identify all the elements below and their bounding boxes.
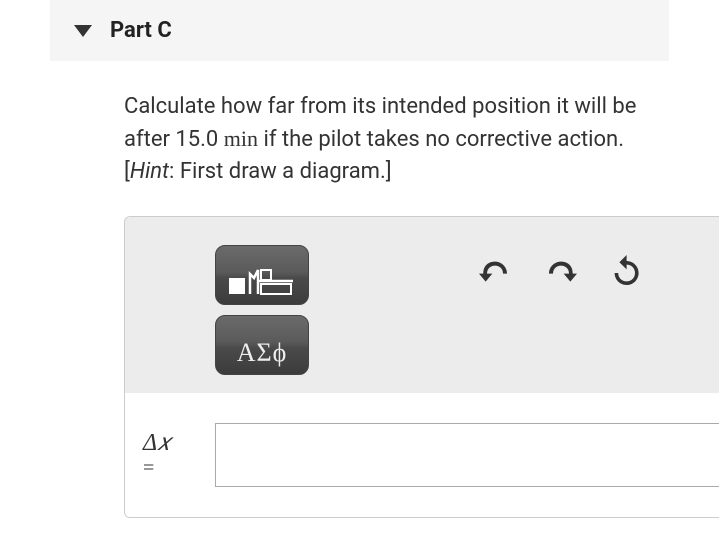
hint-label: Hint [130, 159, 169, 184]
part-header[interactable]: Part C [50, 0, 669, 61]
math-templates-button[interactable] [215, 245, 309, 305]
math-templates-icon [227, 268, 297, 298]
equals-sign: = [143, 457, 197, 479]
history-controls [479, 245, 647, 291]
undo-icon [479, 255, 511, 287]
chevron-down-icon [74, 25, 92, 37]
undo-button[interactable] [479, 255, 515, 291]
variable-label: Δ𝑥 = [143, 430, 197, 478]
answer-input[interactable] [215, 423, 719, 487]
reset-icon [611, 255, 643, 287]
reset-button[interactable] [611, 255, 647, 291]
greek-symbols-button[interactable]: ΑΣϕ [215, 315, 309, 375]
redo-button[interactable] [545, 255, 581, 291]
question-prompt: Calculate how far from its intended posi… [124, 91, 669, 188]
part-title: Part C [110, 18, 172, 43]
hint-text: : First draw a diagram.] [169, 159, 392, 184]
question-time-unit: min [224, 126, 258, 151]
variable-symbol: Δ𝑥 [143, 430, 197, 456]
redo-icon [545, 255, 577, 287]
tool-stack: ΑΣϕ [215, 245, 309, 375]
answer-panel: ΑΣϕ Δ𝑥 = [124, 216, 719, 518]
greek-symbols-label: ΑΣϕ [237, 338, 288, 368]
toolbar: ΑΣϕ [125, 217, 719, 393]
answer-input-row: Δ𝑥 = [125, 393, 719, 517]
